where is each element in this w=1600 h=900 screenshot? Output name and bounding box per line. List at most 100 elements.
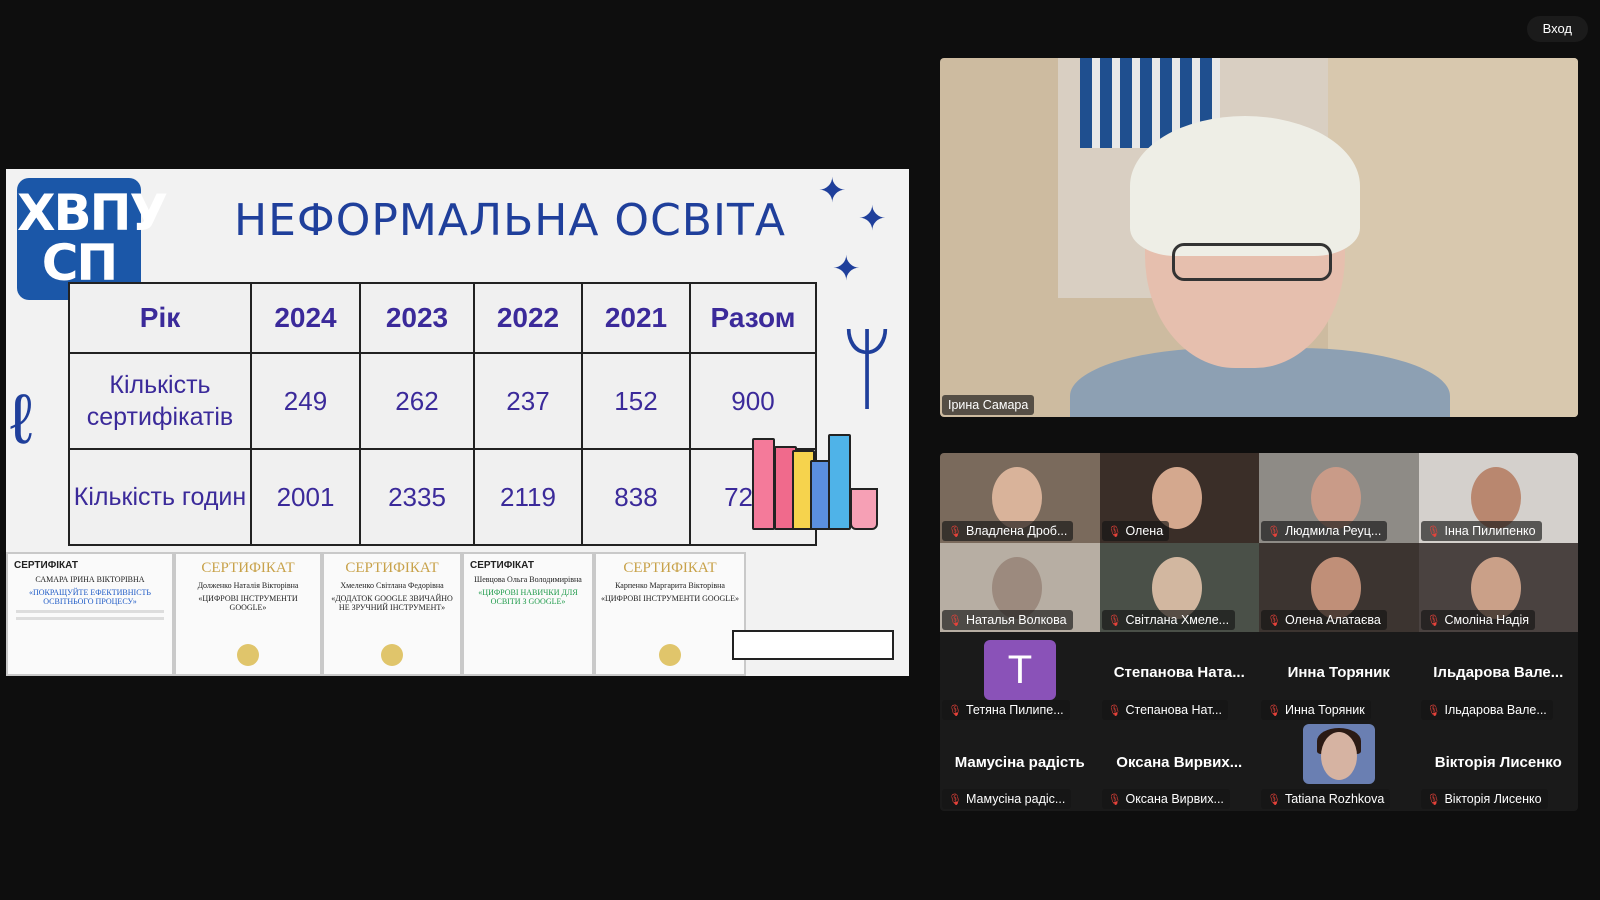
table-row: Кількість сертифікатів 249 262 237 152 9… xyxy=(68,352,817,450)
participant-display-name: Оксана Вирвих... xyxy=(1116,753,1243,771)
participants-gallery: 🎙 Владлена Дроб... 🎙 Олена 🎙 Людмила Реуц... 🎙… xyxy=(940,453,1578,811)
participant-tile[interactable]: T 🎙 Тетяна Пилипе... xyxy=(940,632,1100,722)
certificate-name: Долженко Наталія Вікторівна xyxy=(197,581,299,590)
participant-name-tag: 🎙 Владлена Дроб... xyxy=(942,520,1074,541)
participant-face xyxy=(992,467,1042,529)
certificate-course: «ЦИФРОВІ ІНСТРУМЕНТИ GOOGLE» xyxy=(600,594,740,603)
muted-mic-icon: 🎙 xyxy=(1426,704,1441,717)
participant-tile[interactable]: Инна Торяник 🎙 Инна Торяник xyxy=(1259,632,1419,722)
participant-tile[interactable]: Вікторія Лисенко 🎙 Вікторія Лисенко xyxy=(1418,721,1578,811)
muted-mic-icon: 🎙 xyxy=(948,704,962,717)
glasses xyxy=(1172,243,1332,281)
muted-mic-icon: 🎙 xyxy=(1426,794,1441,806)
participant-tile[interactable]: 🎙 Владлена Дроб... xyxy=(940,453,1100,543)
participant-name-tag: 🎙 Олена xyxy=(1101,520,1170,541)
slide-title: НЕФОРМАЛЬНА ОСВІТА xyxy=(234,195,786,246)
profile-photo xyxy=(1303,723,1375,784)
certificate-image: СЕРТИФІКАТ Долженко Наталія Вікторівна «… xyxy=(174,552,322,676)
participant-face xyxy=(1470,467,1521,529)
certificate-image: СЕРТИФІКАТ Хмеленко Світлана Федорівна «… xyxy=(322,552,462,676)
participant-tile[interactable]: 🎙 Людмила Реуц... xyxy=(1259,453,1419,543)
shared-slide: ХВПУ СП НЕФОРМАЛЬНА ОСВІТА ✦ ✦ ✦ ᛘ ℓ Рік… xyxy=(6,169,909,676)
participant-name-tag: 🎙 Смоліна Надія xyxy=(1420,610,1535,630)
participant-tile[interactable]: 🎙 Смоліна Надія xyxy=(1418,542,1578,632)
participant-face xyxy=(1151,467,1202,529)
participant-name: Вікторія Лисенко xyxy=(1444,792,1542,806)
muted-mic-icon: 🎙 xyxy=(1426,615,1441,627)
muted-mic-icon: 🎙 xyxy=(1107,704,1122,717)
participant-tile[interactable]: Мамусіна радість 🎙 Мамусіна радіс... xyxy=(940,721,1100,811)
participant-name-tag: 🎙 Світлана Хмеле... xyxy=(1101,610,1236,630)
participant-display-name: Инна Торяник xyxy=(1287,664,1390,681)
participant-face xyxy=(1311,467,1361,529)
participant-name-tag: 🎙 Tatiana Rozhkova xyxy=(1261,789,1391,809)
participant-tile[interactable]: 🎙 Олена Алатаєва xyxy=(1259,542,1419,632)
participant-name-tag: 🎙 Степанова Нат... xyxy=(1101,699,1228,720)
certificate-image: СЕРТИФІКАТ Шевцова Ольга Володимирівна «… xyxy=(462,552,594,676)
participant-tile[interactable]: 🎙 Інна Пилипенко xyxy=(1418,453,1578,543)
participant-name: Tatiana Rozhkova xyxy=(1284,792,1385,806)
speaker-name: Ірина Самара xyxy=(948,398,1029,412)
table-cell: 838 xyxy=(581,448,691,546)
table-cell: 262 xyxy=(359,352,475,450)
participant-tile[interactable]: 🎙 Світлана Хмеле... xyxy=(1099,542,1259,632)
participant-name: Владлена Дроб... xyxy=(965,523,1068,538)
enter-button[interactable]: Вход xyxy=(1526,16,1588,42)
participant-name-tag: 🎙 Інна Пилипенко xyxy=(1420,520,1542,541)
certificate-name: Хмеленко Світлана Федорівна xyxy=(340,581,444,590)
active-speaker-video[interactable]: Ірина Самара xyxy=(940,58,1578,417)
muted-mic-icon: 🎙 xyxy=(1267,525,1281,538)
participant-display-name: Ільдарова Вале... xyxy=(1433,664,1564,681)
table-cell: 2119 xyxy=(473,448,583,546)
participant-tile[interactable]: Оксана Вирвих... 🎙 Оксана Вирвих... xyxy=(1099,721,1259,811)
certificate-name: САМАРА ІРИНА ВІКТОРІВНА xyxy=(35,575,145,584)
certificate-image: СЕРТИФІКАТ САМАРА ІРИНА ВІКТОРІВНА «ПОКР… xyxy=(6,552,174,676)
table-header-cell: 2022 xyxy=(473,282,583,354)
certificate-course: «ДОДАТОК GOOGLE ЗВИЧАЙНО НЕ ЗРУЧНИЙ ІНСТ… xyxy=(331,594,453,612)
participant-name: Людмила Реуц... xyxy=(1284,523,1382,538)
participant-tile[interactable]: 🎙 Наталья Волкова xyxy=(940,542,1100,632)
shelf-illustration xyxy=(732,630,894,660)
certificate-heading: СЕРТИФІКАТ xyxy=(345,560,439,576)
participant-name-tag: 🎙 Инна Торяник xyxy=(1261,699,1371,720)
participant-name: Світлана Хмеле... xyxy=(1125,613,1230,627)
avatar: T xyxy=(984,640,1056,700)
participant-name-tag: 🎙 Олена Алатаєва xyxy=(1261,610,1387,630)
participant-display-name: Мамусіна радість xyxy=(954,753,1085,771)
seal-icon xyxy=(237,644,259,666)
participant-name-tag: 🎙 Тетяна Пилипе... xyxy=(942,699,1070,720)
table-header-cell: Разом xyxy=(689,282,817,354)
row-label: Кількість сертифікатів xyxy=(68,352,252,450)
participant-tile[interactable]: Степанова Ната... 🎙 Степанова Нат... xyxy=(1099,632,1259,722)
muted-mic-icon: 🎙 xyxy=(1267,794,1281,806)
table-cell: 249 xyxy=(250,352,361,450)
participant-tile[interactable]: Ільдарова Вале... 🎙 Ільдарова Вале... xyxy=(1418,632,1578,722)
table-cell: 237 xyxy=(473,352,583,450)
participant-name: Інна Пилипенко xyxy=(1444,523,1536,538)
table-cell: 152 xyxy=(581,352,691,450)
table-header-row: Рік 2024 2023 2022 2021 Разом xyxy=(68,282,817,354)
muted-mic-icon: 🎙 xyxy=(1267,704,1281,717)
certificate-image: СЕРТИФІКАТ Карпенко Маргарита Вікторівна… xyxy=(594,552,746,676)
participant-name-tag: 🎙 Вікторія Лисенко xyxy=(1420,789,1548,809)
participant-name: Смоліна Надія xyxy=(1444,613,1529,627)
participant-tile[interactable]: 🎙 Tatiana Rozhkova xyxy=(1259,721,1419,811)
table-cell: 2001 xyxy=(250,448,361,546)
certificate-heading: СЕРТИФІКАТ xyxy=(470,560,534,571)
participant-display-name: Вікторія Лисенко xyxy=(1434,753,1562,771)
statistics-table: Рік 2024 2023 2022 2021 Разом Кількість … xyxy=(68,282,817,546)
table-row: Кількість годин 2001 2335 2119 838 7293 xyxy=(68,448,817,546)
certificate-course: «ЦИФРОВІ ІНСТРУМЕНТИ GOOGLE» xyxy=(198,594,298,612)
participant-name: Олена xyxy=(1125,523,1164,538)
muted-mic-icon: 🎙 xyxy=(1267,615,1281,627)
sparkle-icon: ✦ xyxy=(818,172,847,210)
sparkle-icon: ✦ xyxy=(832,250,861,288)
certificate-name: Карпенко Маргарита Вікторівна xyxy=(615,581,725,590)
participant-display-name: Степанова Ната... xyxy=(1113,664,1245,681)
sparkle-icon: ✦ xyxy=(858,200,887,238)
participant-tile[interactable]: 🎙 Олена xyxy=(1099,453,1259,543)
muted-mic-icon: 🎙 xyxy=(948,794,962,806)
certificate-heading: СЕРТИФІКАТ xyxy=(623,560,717,576)
table-header-cell: Рік xyxy=(68,282,252,354)
participant-name: Наталья Волкова xyxy=(965,613,1067,627)
